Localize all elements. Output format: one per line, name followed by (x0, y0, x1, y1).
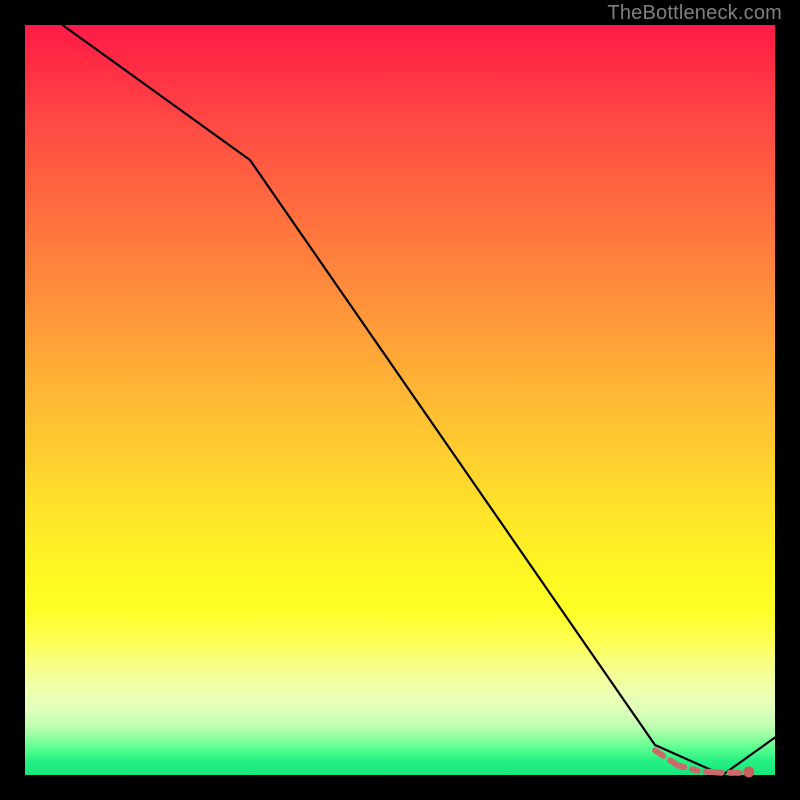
plot-area (25, 25, 775, 775)
chart-canvas: TheBottleneck.com (0, 0, 800, 800)
attribution-watermark: TheBottleneck.com (607, 2, 782, 25)
